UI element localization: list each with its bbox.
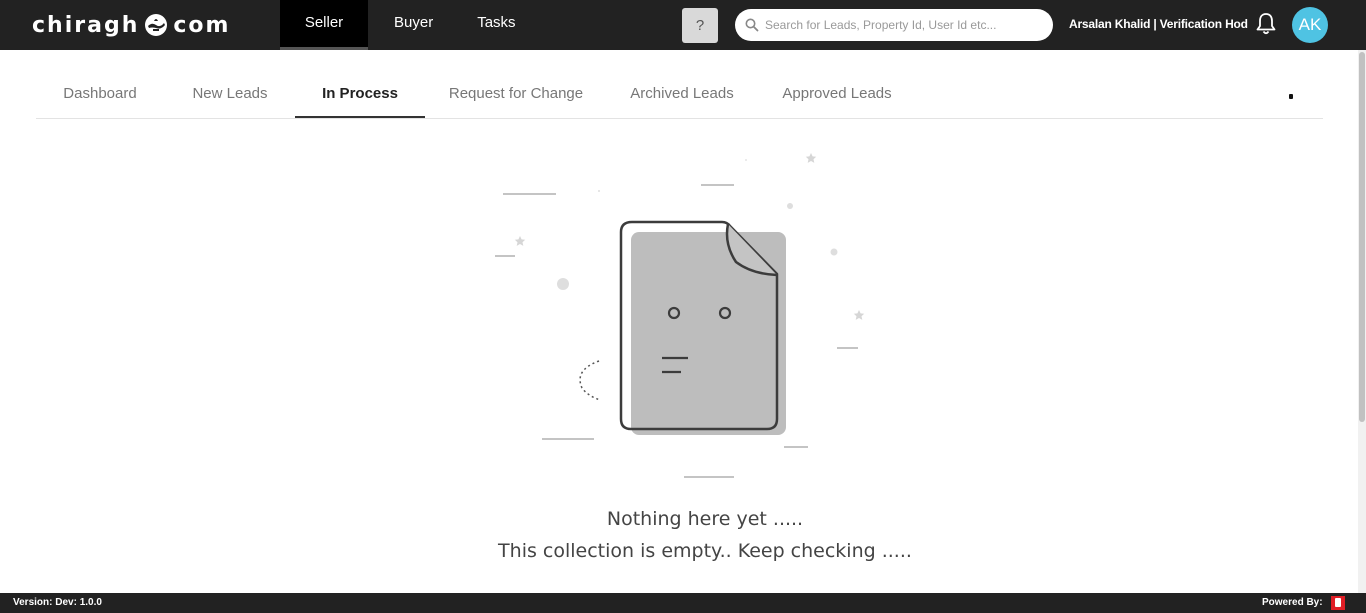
tab-archived-leads[interactable]: Archived Leads — [617, 70, 747, 118]
scrollbar-thumb[interactable] — [1359, 52, 1365, 422]
powered-by-logo-icon[interactable] — [1331, 596, 1345, 610]
user-avatar[interactable]: AK — [1292, 7, 1328, 43]
lead-tabs: Dashboard New Leads In Process Request f… — [36, 70, 1323, 119]
powered-by-label: Powered By: — [1262, 597, 1323, 608]
help-button[interactable]: ? — [682, 8, 718, 43]
tab-approved-leads[interactable]: Approved Leads — [768, 70, 906, 118]
top-navbar: chiragh com Seller Buyer Tasks ? Arsalan… — [0, 0, 1366, 50]
tab-overflow-indicator[interactable] — [1289, 94, 1293, 99]
nav-tasks[interactable]: Tasks — [459, 0, 541, 50]
site-logo[interactable]: chiragh com — [32, 12, 230, 38]
empty-state-subtitle: This collection is empty.. Keep checking… — [498, 540, 912, 562]
footer-bar: Version: Dev: 1.0.0 Powered By: — [0, 593, 1366, 613]
search-box — [735, 9, 1053, 41]
empty-state-title: Nothing here yet ..... — [606, 508, 804, 530]
user-name-role[interactable]: Arsalan Khalid | Verification Hod — [1069, 17, 1248, 31]
logo-text-left: chiragh — [32, 12, 140, 38]
logo-text-right: com — [173, 12, 231, 38]
tab-in-process[interactable]: In Process — [295, 70, 425, 118]
tab-request-for-change[interactable]: Request for Change — [436, 70, 596, 118]
version-label: Version: Dev: 1.0.0 — [13, 597, 102, 608]
genie-lamp-icon — [145, 14, 168, 36]
main-nav: Seller Buyer Tasks — [280, 0, 542, 50]
bell-icon[interactable] — [1255, 12, 1277, 36]
nav-buyer[interactable]: Buyer — [368, 0, 459, 50]
empty-document-icon — [495, 153, 865, 478]
tab-new-leads[interactable]: New Leads — [176, 70, 284, 118]
search-input[interactable] — [765, 11, 1045, 39]
search-icon — [745, 18, 759, 32]
nav-seller[interactable]: Seller — [280, 0, 368, 50]
tab-dashboard[interactable]: Dashboard — [36, 70, 164, 118]
